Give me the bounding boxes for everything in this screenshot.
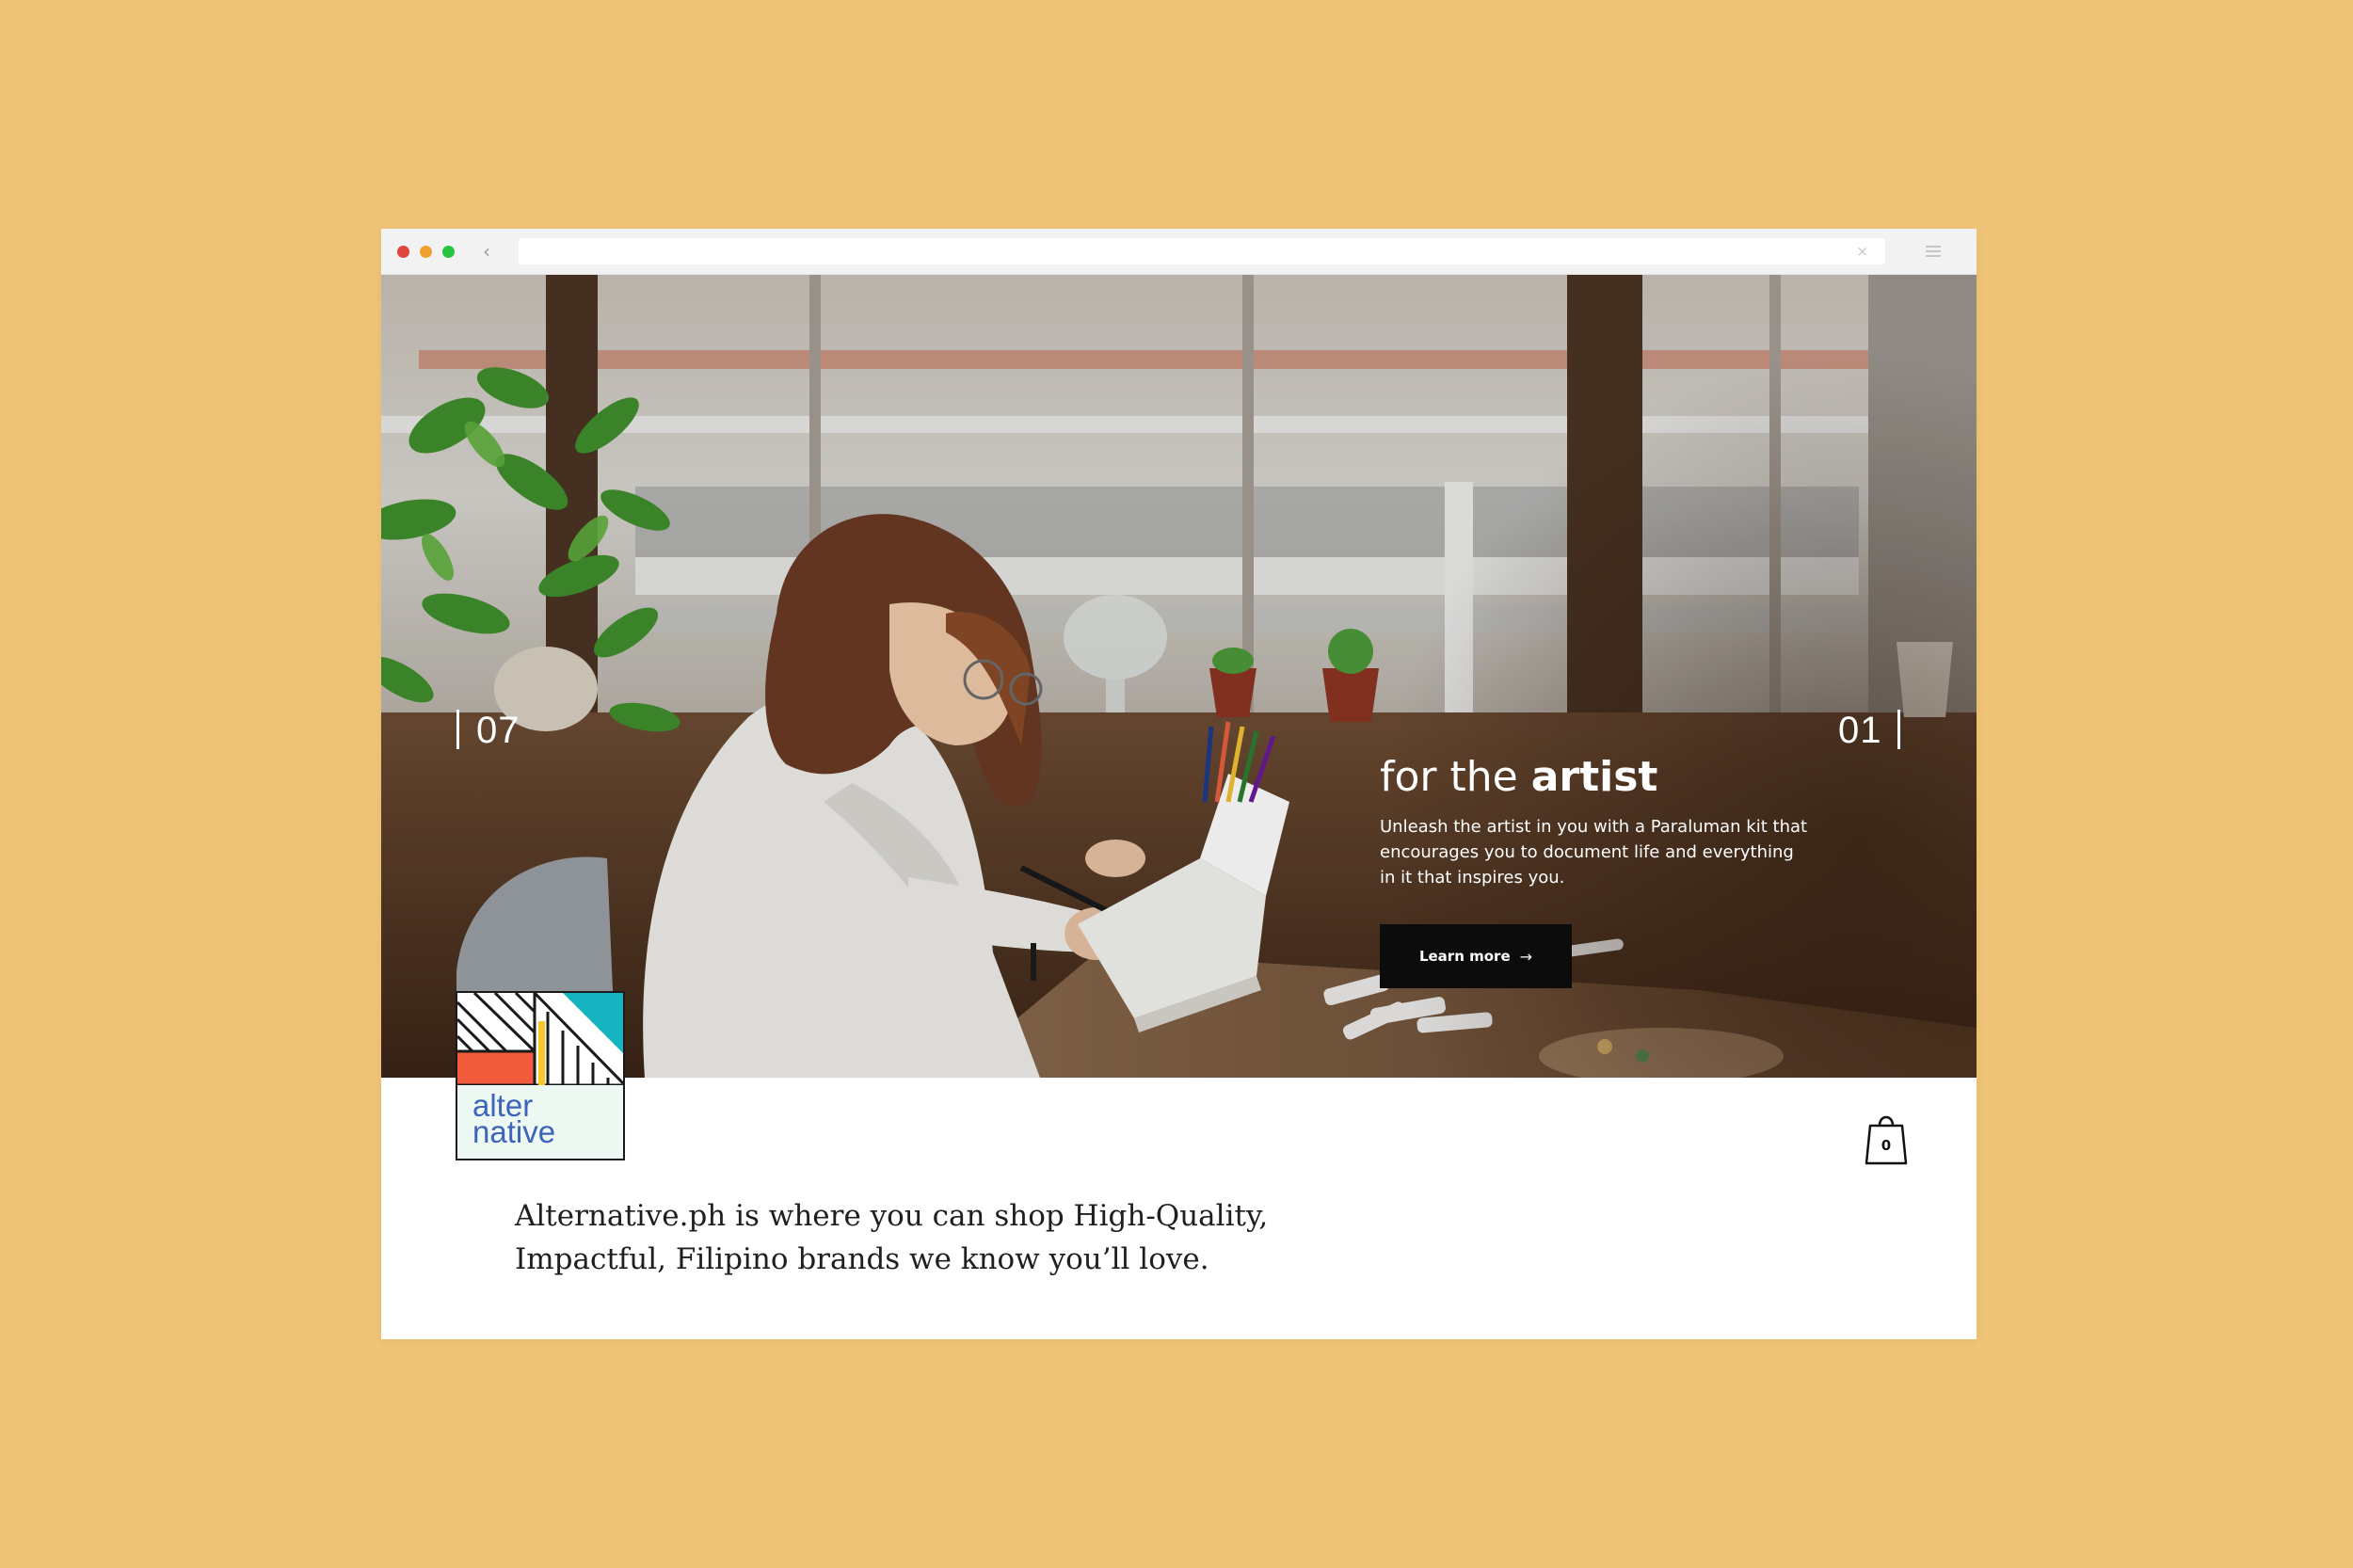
logo-mark-icon <box>457 993 623 1085</box>
alternative-logo[interactable]: alter native <box>456 991 625 1160</box>
learn-more-button[interactable]: Learn more → <box>1380 924 1572 988</box>
browser-window: ‹ × 07 01 for the artist Unleash the art… <box>381 229 1977 1339</box>
minimize-window-button[interactable] <box>420 246 432 258</box>
cart-count-badge: 0 <box>1881 1137 1892 1154</box>
maximize-window-button[interactable] <box>442 246 455 258</box>
clear-url-icon[interactable]: × <box>1856 242 1868 261</box>
next-slide-number: 01 <box>1838 710 1882 751</box>
arrow-right-icon: → <box>1519 947 1533 966</box>
cart-button[interactable]: 0 <box>1863 1109 1910 1165</box>
tagline-line-1: Alternative.ph is where you can shop Hig… <box>515 1199 1269 1233</box>
browser-toolbar: ‹ × <box>381 229 1977 275</box>
learn-more-label: Learn more <box>1418 948 1511 965</box>
next-slide-counter[interactable]: 01 <box>1838 710 1882 751</box>
site-tagline: Alternative.ph is where you can shop Hig… <box>515 1194 1362 1281</box>
logo-wordmark: alter native <box>472 1090 556 1149</box>
slide-title: for the artist <box>1380 753 1832 802</box>
slide-title-prefix: for the <box>1380 753 1531 801</box>
prev-slide-number: 07 <box>476 710 520 751</box>
slide-description: Unleash the artist in you with a Paralum… <box>1380 817 1808 888</box>
hamburger-menu-icon[interactable] <box>1926 246 1941 257</box>
logo-line-2: native <box>472 1114 556 1149</box>
next-counter-divider <box>1897 710 1900 749</box>
address-bar[interactable]: × <box>519 238 1885 264</box>
hero-image <box>381 275 1977 1078</box>
slide-title-emphasis: artist <box>1530 753 1658 801</box>
prev-slide-counter[interactable]: 07 <box>456 710 520 751</box>
chevron-left-icon[interactable]: ‹ <box>477 241 496 262</box>
tagline-line-2: Impactful, Filipino brands we know you’l… <box>515 1242 1209 1276</box>
slide-content: for the artist Unleash the artist in you… <box>1380 753 1832 988</box>
close-window-button[interactable] <box>397 246 409 258</box>
hero-slider: 07 01 for the artist Unleash the artist … <box>381 275 1977 1078</box>
